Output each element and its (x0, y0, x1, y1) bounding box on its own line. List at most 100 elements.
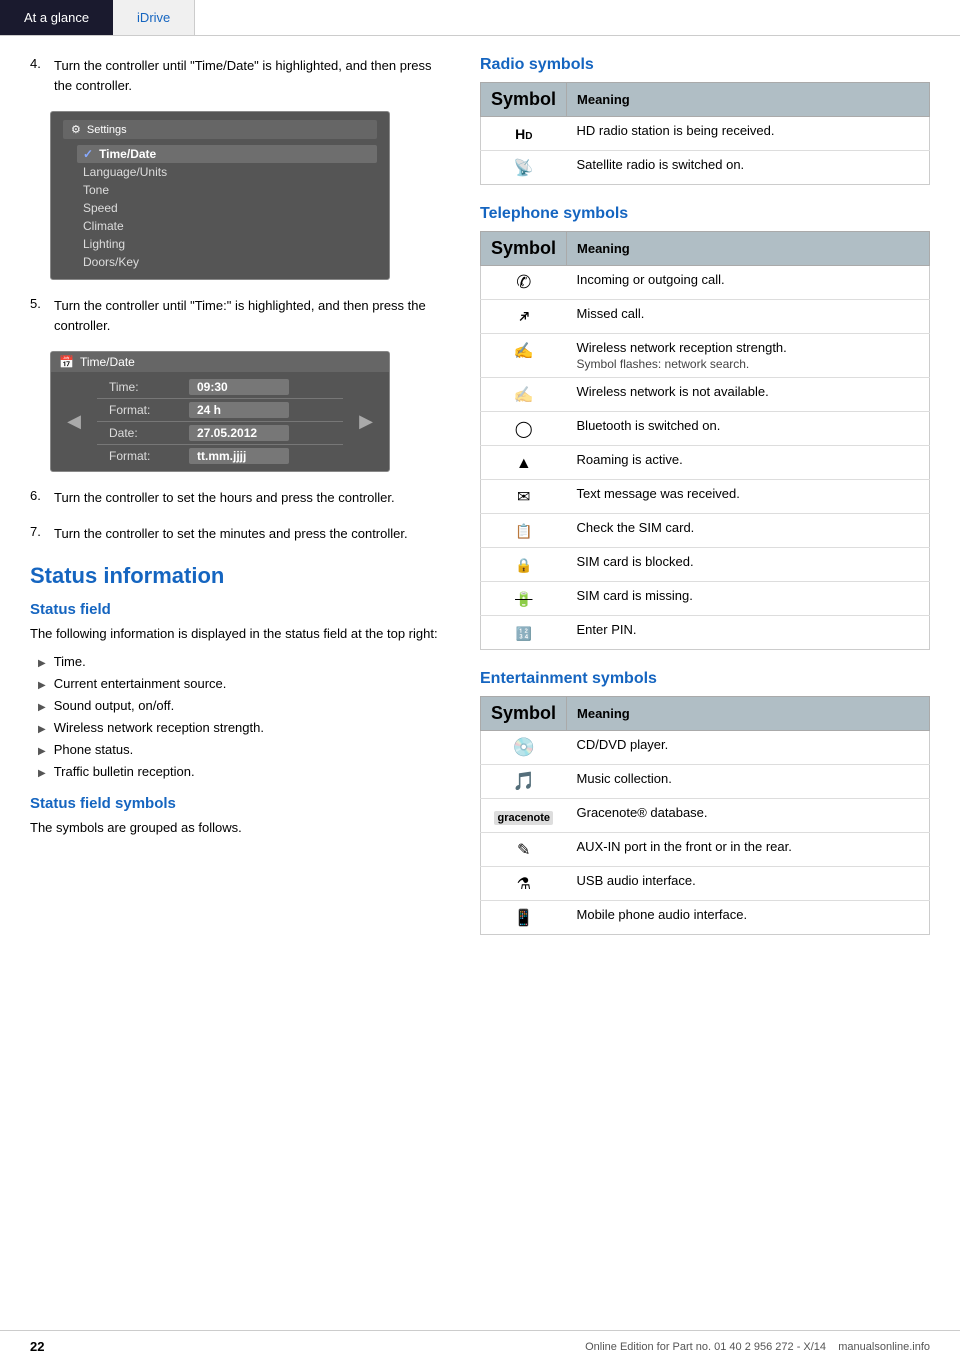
table-row: ✆ Incoming or outgoing call. (481, 266, 930, 300)
timebox-row-format2: Format: tt.mm.jjjj (97, 445, 343, 467)
entertainment-symbols-title: Entertainment symbols (480, 670, 930, 688)
tel-meaning-signal-sub: Symbol flashes: network search. (577, 357, 919, 371)
table-row: ↟ Missed call. (481, 300, 930, 334)
tab-idrive[interactable]: iDrive (113, 0, 195, 35)
tel-sym-pin: 🔢 (481, 616, 567, 650)
table-row: ✍ Wireless network is not available. (481, 378, 930, 412)
bullet-arrow-2: ▶ (38, 677, 46, 694)
calendar-icon: 📅 (59, 355, 74, 369)
bullet-arrow-4: ▶ (38, 721, 46, 738)
nav-arrow-left: ◀ (67, 411, 81, 432)
nav-arrow-right: ▶ (359, 411, 373, 432)
bullet-arrow-6: ▶ (38, 765, 46, 782)
bullet-entertainment: ▶ Current entertainment source. (38, 673, 450, 695)
table-row: 📡 Satellite radio is switched on. (481, 151, 930, 185)
menu-speed: Speed (83, 199, 377, 217)
menu-climate: Climate (83, 217, 377, 235)
tel-meaning-bluetooth: Bluetooth is switched on. (567, 412, 930, 446)
tel-meaning-sim-blocked: SIM card is blocked. (567, 548, 930, 582)
ent-sym-mobile: 📱 (481, 901, 567, 935)
menu-lighting: Lighting (83, 235, 377, 253)
ent-meaning-gracenote: Gracenote® database. (567, 799, 930, 833)
radio-symbols-title: Radio symbols (480, 56, 930, 74)
page-footer: 22 Online Edition for Part no. 01 40 2 9… (0, 1330, 960, 1362)
table-row: ◯ Bluetooth is switched on. (481, 412, 930, 446)
bullet-arrow-3: ▶ (38, 699, 46, 716)
tel-sym-sim-missing: 🔋 (481, 582, 567, 616)
bullet-wireless: ▶ Wireless network reception strength. (38, 717, 450, 739)
bullet-phone: ▶ Phone status. (38, 739, 450, 761)
timebox-screenshot: 📅 Time/Date ◀ Time: 09:30 Format: (50, 351, 390, 472)
status-field-body: The following information is displayed i… (30, 624, 450, 645)
ent-sym-gracenote: gracenote (481, 799, 567, 833)
table-row: ✍ Wireless network reception strength. S… (481, 334, 930, 378)
tab-at-a-glance[interactable]: At a glance (0, 0, 113, 35)
settings-menu-list: ✓ Time/Date Language/Units Tone Speed Cl… (63, 145, 377, 271)
step-5-text: Turn the controller until "Time:" is hig… (54, 296, 450, 335)
timebox-label: Time/Date (80, 355, 135, 369)
step-7: 7. Turn the controller to set the minute… (30, 524, 450, 544)
settings-icon: ⚙ (71, 123, 81, 136)
step-4: 4. Turn the controller until "Time/Date"… (30, 56, 450, 95)
timebox-title: 📅 Time/Date (51, 352, 389, 372)
ent-sym-dvd: 💿 (481, 731, 567, 765)
ent-meaning-usb: USB audio interface. (567, 867, 930, 901)
bullet-traffic: ▶ Traffic bulletin reception. (38, 761, 450, 783)
step-6: 6. Turn the controller to set the hours … (30, 488, 450, 508)
page-number: 22 (30, 1339, 44, 1354)
step-7-number: 7. (30, 524, 54, 544)
tel-sym-no-signal: ✍ (481, 378, 567, 412)
ent-meaning-aux: AUX-IN port in the front or in the rear. (567, 833, 930, 867)
telephone-symbols-title: Telephone symbols (480, 205, 930, 223)
bullet-arrow-5: ▶ (38, 743, 46, 760)
menu-tone: Tone (83, 181, 377, 199)
menu-item-selected: ✓ Time/Date (77, 145, 377, 163)
tel-sym-sms: ✉ (481, 480, 567, 514)
step-6-number: 6. (30, 488, 54, 508)
menu-time-date: Time/Date (99, 147, 156, 161)
tel-meaning-signal: Wireless network reception strength. Sym… (567, 334, 930, 378)
timebox-row-format1: Format: 24 h (97, 399, 343, 422)
timebox-row-time: Time: 09:30 (97, 376, 343, 399)
tel-meaning-check-sim: Check the SIM card. (567, 514, 930, 548)
entertainment-symbols-table: Symbol Meaning 💿 CD/DVD player. 🎵 Music … (480, 696, 930, 935)
table-row: 🔢 Enter PIN. (481, 616, 930, 650)
tel-meaning-no-signal: Wireless network is not available. (567, 378, 930, 412)
radio-table-header-symbol: Symbol (481, 83, 567, 117)
settings-screenshot: ⚙ Settings ✓ Time/Date Language/Units To… (50, 111, 390, 280)
tel-sym-call: ✆ (481, 266, 567, 300)
right-column: Radio symbols Symbol Meaning HD HD radio… (480, 56, 930, 955)
tel-meaning-roaming: Roaming is active. (567, 446, 930, 480)
left-column: 4. Turn the controller until "Time/Date"… (30, 56, 450, 955)
ent-sym-music: 🎵 (481, 765, 567, 799)
footer-copyright: Online Edition for Part no. 01 40 2 956 … (585, 1341, 930, 1353)
bullet-sound: ▶ Sound output, on/off. (38, 695, 450, 717)
tel-sym-missed: ↟ (481, 300, 567, 334)
tel-sym-roaming: ▲ (481, 446, 567, 480)
timebox-time-value: 09:30 (189, 379, 289, 395)
step-5-number: 5. (30, 296, 54, 335)
radio-meaning-hd: HD radio station is being received. (567, 117, 930, 151)
bullet-wireless-text: Wireless network reception strength. (54, 717, 264, 739)
tel-meaning-missed: Missed call. (567, 300, 930, 334)
timebox-time-label: Time: (109, 380, 189, 394)
tel-sym-bluetooth: ◯ (481, 412, 567, 446)
tel-meaning-sms: Text message was received. (567, 480, 930, 514)
radio-sym-satellite: 📡 (481, 151, 567, 185)
timebox-row-date: Date: 27.05.2012 (97, 422, 343, 445)
table-row: gracenote Gracenote® database. (481, 799, 930, 833)
table-row: 🔋 SIM card is missing. (481, 582, 930, 616)
table-row: ⚗ USB audio interface. (481, 867, 930, 901)
tel-sym-check-sim: 📋 (481, 514, 567, 548)
menu-doors-key: Doors/Key (83, 253, 377, 271)
step-7-text: Turn the controller to set the minutes a… (54, 524, 408, 544)
bullet-entertainment-text: Current entertainment source. (54, 673, 227, 695)
bullet-sound-text: Sound output, on/off. (54, 695, 174, 717)
timebox-date-value: 27.05.2012 (189, 425, 289, 441)
timebox-date-label: Date: (109, 426, 189, 440)
bullet-time: ▶ Time. (38, 651, 450, 673)
ent-sym-aux: ✎ (481, 833, 567, 867)
ent-table-header-meaning: Meaning (567, 697, 930, 731)
ent-meaning-music: Music collection. (567, 765, 930, 799)
tel-table-header-symbol: Symbol (481, 232, 567, 266)
